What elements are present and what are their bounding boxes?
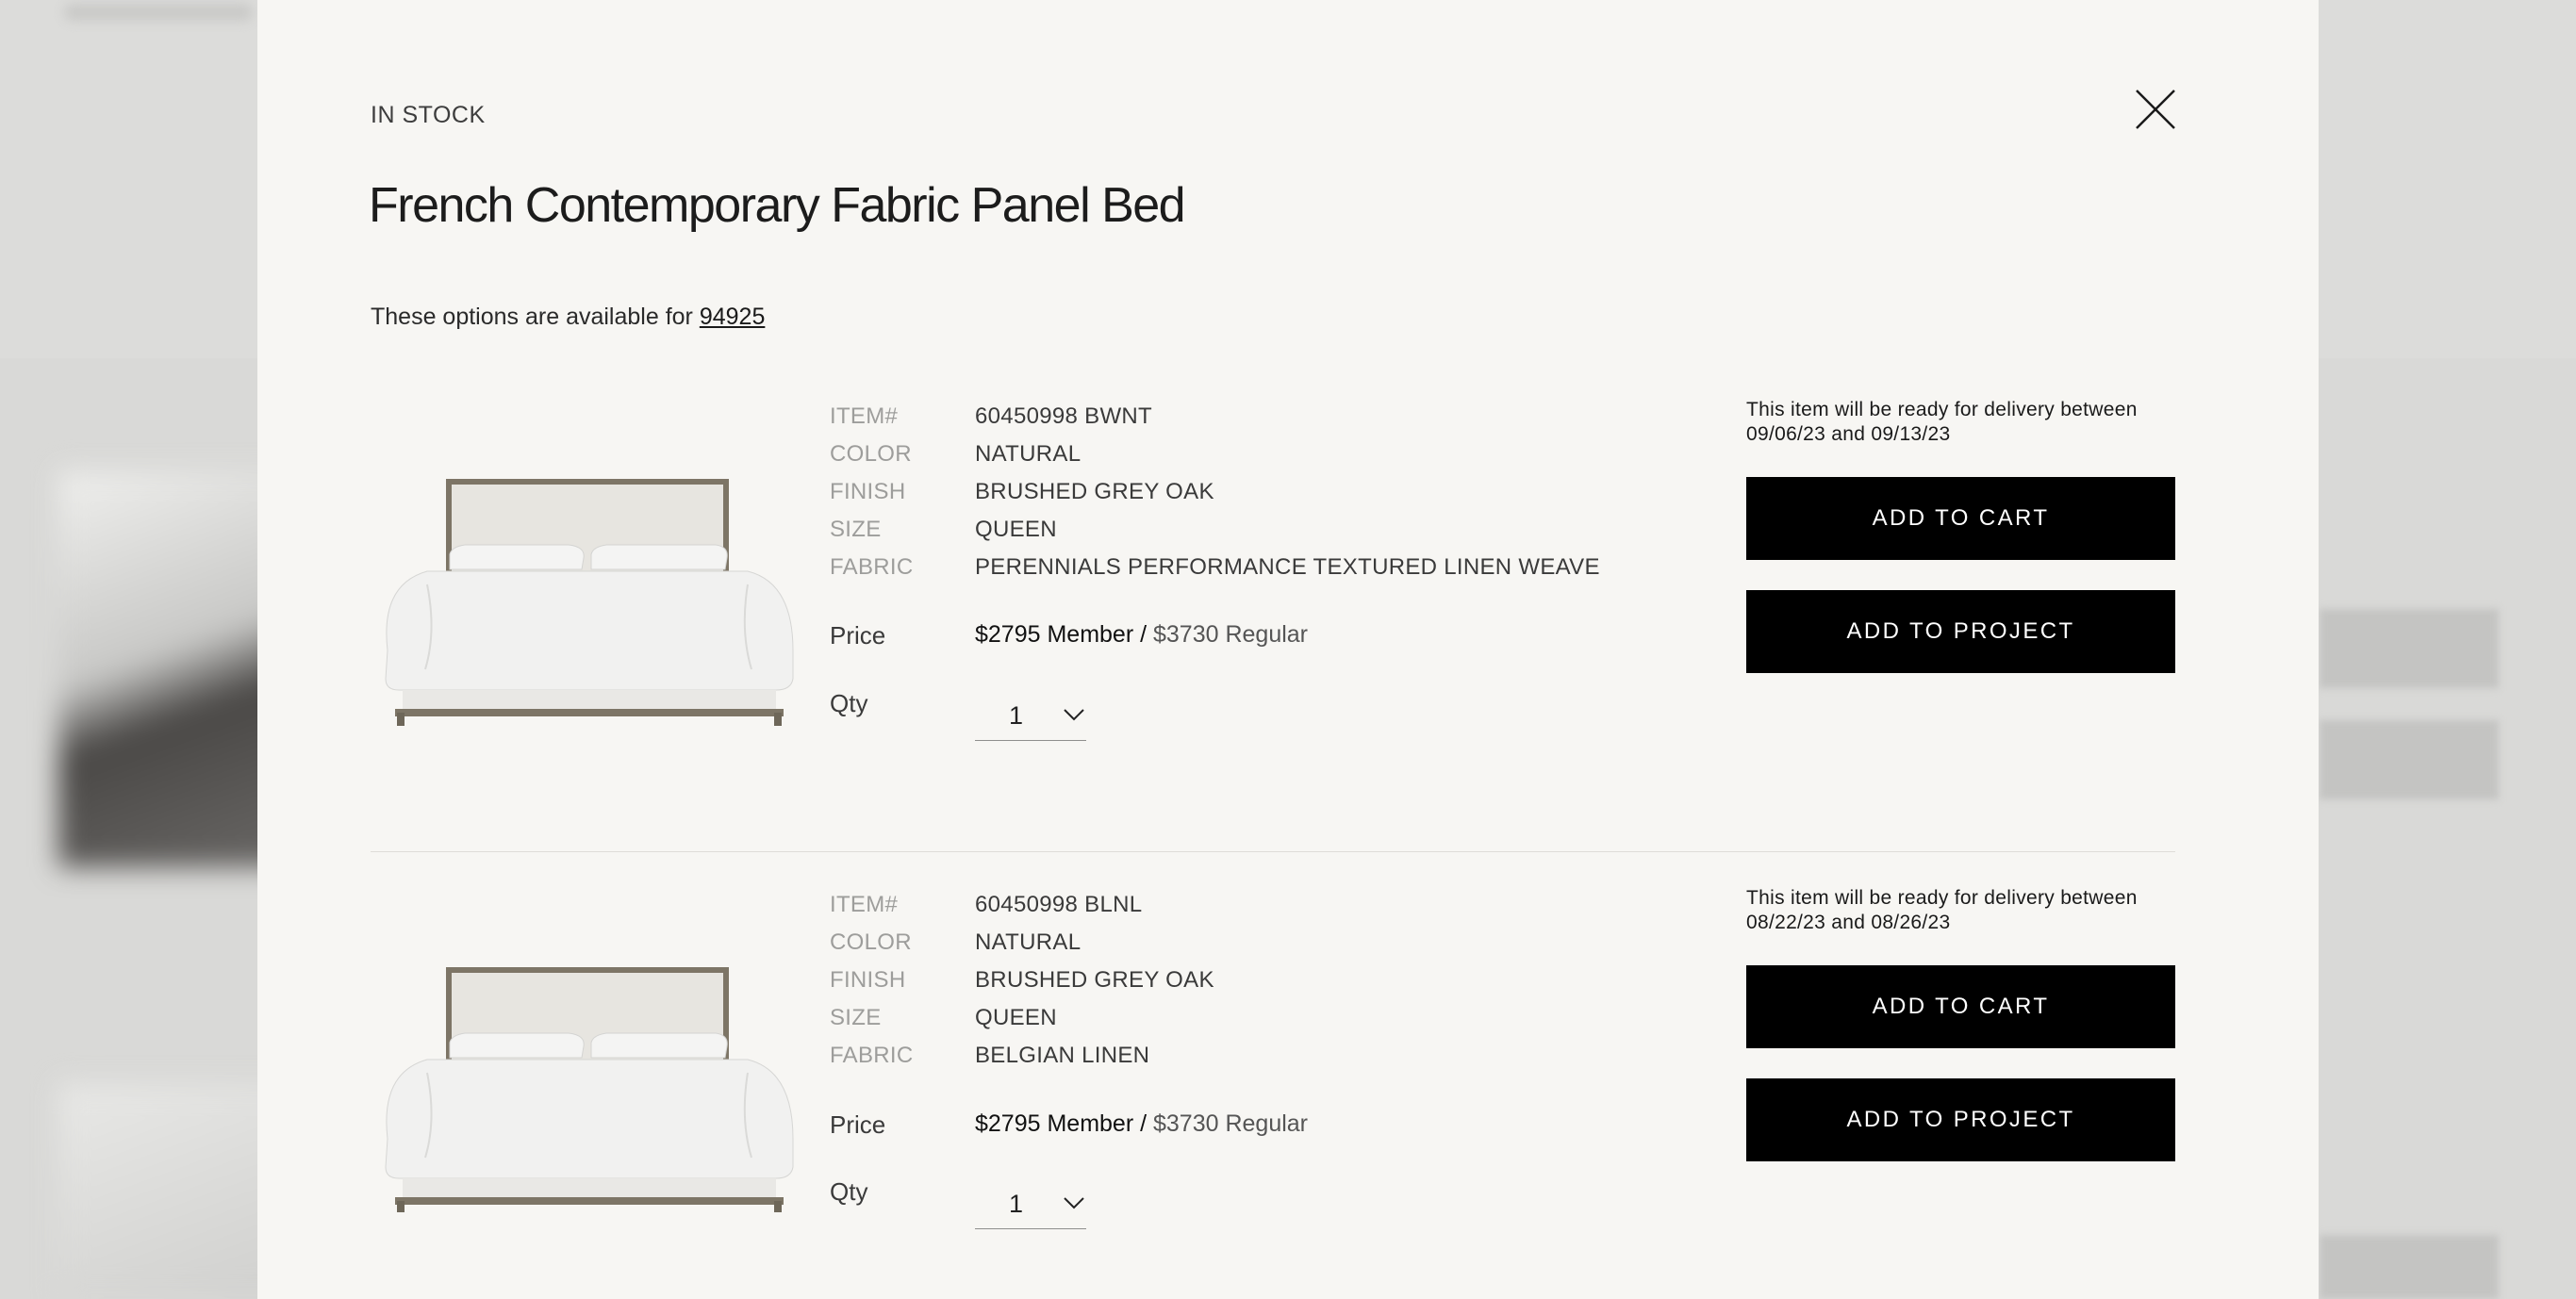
- quantity-value: 1: [1009, 701, 1024, 730]
- spec-value-fabric: PERENNIALS PERFORMANCE TEXTURED LINEN WE…: [975, 554, 1600, 580]
- spec-value-size: QUEEN: [975, 1005, 1057, 1030]
- spec-value-fabric: BELGIAN LINEN: [975, 1043, 1150, 1068]
- spec-label-fabric: FABRIC: [830, 1043, 914, 1068]
- chevron-down-icon: [1062, 1193, 1086, 1212]
- backdrop-button: [2320, 609, 2499, 688]
- delivery-estimate: This item will be ready for delivery bet…: [1746, 886, 2180, 935]
- spec-value-color: NATURAL: [975, 929, 1082, 955]
- add-to-project-button[interactable]: ADD TO PROJECT: [1746, 1078, 2175, 1161]
- spec-value-color: NATURAL: [975, 441, 1082, 467]
- spec-value-finish: BRUSHED GREY OAK: [975, 967, 1214, 993]
- delivery-dates: 08/22/23 and 08/26/23: [1746, 912, 1951, 933]
- member-price: $2795 Member /: [975, 1110, 1148, 1137]
- price-value: $2795 Member / $3730 Regular: [975, 1110, 1308, 1138]
- price-label: Price: [830, 1110, 886, 1139]
- spec-label-size: SIZE: [830, 517, 882, 542]
- regular-price: $3730 Regular: [1147, 621, 1309, 648]
- spec-value-item: 60450998 BLNL: [975, 892, 1143, 917]
- chevron-down-icon: [1062, 705, 1086, 724]
- spec-label-fabric: FABRIC: [830, 554, 914, 580]
- spec-label-item: ITEM#: [830, 892, 899, 917]
- add-to-cart-button[interactable]: ADD TO CART: [1746, 965, 2175, 1048]
- spec-label-color: COLOR: [830, 441, 912, 467]
- backdrop-button: [2320, 1235, 2499, 1299]
- quantity-value: 1: [1009, 1190, 1024, 1218]
- member-price: $2795 Member /: [975, 621, 1148, 648]
- delivery-line: This item will be ready for delivery bet…: [1746, 887, 2138, 909]
- price-value: $2795 Member / $3730 Regular: [975, 621, 1308, 649]
- regular-price: $3730 Regular: [1147, 1110, 1309, 1137]
- bed-image: [371, 443, 801, 726]
- add-to-project-button[interactable]: ADD TO PROJECT: [1746, 590, 2175, 673]
- bed-image: [371, 931, 801, 1214]
- spec-value-size: QUEEN: [975, 517, 1057, 542]
- backdrop-button: [2320, 720, 2499, 799]
- qty-label: Qty: [830, 1177, 868, 1206]
- option-divider: [371, 851, 2175, 852]
- spec-label-finish: FINISH: [830, 967, 906, 993]
- product-option: ITEM# 60450998 BLNL COLOR NATURAL FINISH…: [0, 0, 2576, 1229]
- price-label: Price: [830, 621, 886, 650]
- spec-label-color: COLOR: [830, 929, 912, 955]
- spec-label-size: SIZE: [830, 1005, 882, 1030]
- spec-label-finish: FINISH: [830, 479, 906, 504]
- spec-value-finish: BRUSHED GREY OAK: [975, 479, 1214, 504]
- quantity-select[interactable]: 1: [975, 1178, 1086, 1229]
- quantity-select[interactable]: 1: [975, 690, 1086, 741]
- add-to-cart-button[interactable]: ADD TO CART: [1746, 477, 2175, 560]
- qty-label: Qty: [830, 689, 868, 717]
